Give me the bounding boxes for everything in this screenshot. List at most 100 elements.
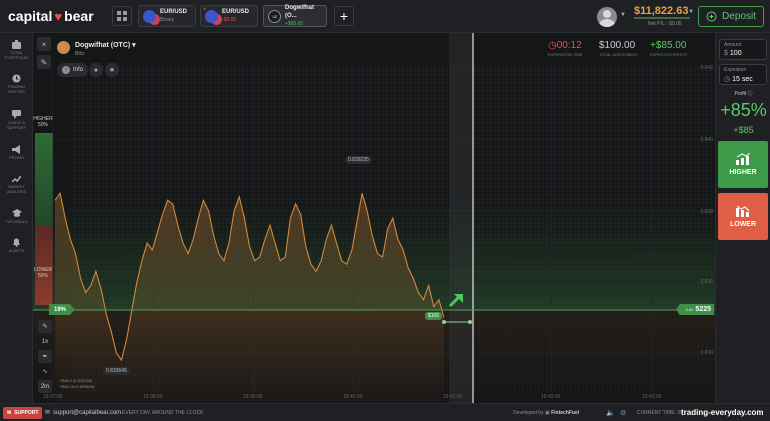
eurusd-flag-icon: [205, 9, 218, 23]
total-investment-stat: $100.00 TOTAL INVESTMENT: [599, 40, 638, 57]
sidebar-item-label: TRADING HISTORY: [7, 84, 26, 94]
wave-icon: ∿: [42, 369, 48, 375]
sidebar-item-analysis[interactable]: MARKET ANALYSIS: [0, 173, 33, 194]
chevron-down-icon[interactable]: ▼: [688, 9, 694, 15]
avatar[interactable]: [597, 7, 617, 27]
sidebar-item-chats[interactable]: CHATS & SUPPORT: [0, 109, 33, 130]
tutorials-icon: [11, 208, 22, 218]
top-bar: capital ♥ bear EUR/USD Binary × EUR/USD -$…: [0, 0, 770, 33]
price-chart[interactable]: × ✎ Dogwifhat (OTC) ▾ Blitz i Info ● ★ ◷…: [33, 33, 715, 403]
current-price-tag: 0.83 5225: [676, 304, 714, 315]
price-tick: 0.836: [700, 279, 713, 285]
period-button[interactable]: 2m: [38, 380, 52, 393]
trade-close-point: [468, 320, 472, 324]
trade-amount-tag[interactable]: $100: [425, 312, 443, 320]
asset-name[interactable]: Dogwifhat (OTC) ▾: [75, 41, 136, 49]
zoom-button[interactable]: 1x: [38, 335, 52, 348]
lower-button[interactable]: LOWER: [718, 193, 768, 240]
sidebar-item-portfolio[interactable]: TOTAL PORTFOLIO: [0, 39, 33, 60]
timer-ring-icon: :12: [268, 9, 281, 23]
sidebar-item-promo[interactable]: PROMO: [0, 144, 33, 160]
pencil-icon: ✎: [40, 57, 48, 67]
dogwifhat-icon: [57, 41, 70, 54]
logo-text-capital: capital: [8, 8, 53, 24]
higher-button[interactable]: HIGHER: [718, 141, 768, 188]
sidebar-item-label: TUTORIALS: [5, 219, 28, 224]
sidebar-item-alerts[interactable]: ALERTS: [0, 237, 33, 253]
portfolio-icon: [12, 39, 22, 49]
sidebar-item-tutorials[interactable]: TUTORIALS: [0, 208, 33, 224]
gear-icon[interactable]: ⚙: [620, 409, 626, 417]
pen-tool-button[interactable]: ✒: [38, 350, 52, 363]
price-tick: 0.840: [700, 137, 713, 143]
profit-amount: +$85: [733, 125, 754, 135]
logo-text-bear: bear: [64, 8, 94, 24]
support-label: SUPPORT: [14, 410, 39, 416]
price-tick: 0.838: [700, 209, 713, 215]
draw-tool-button[interactable]: ✎: [37, 55, 51, 69]
expiration-field[interactable]: Expiration ◷ 15 sec: [719, 64, 767, 85]
expiration-time-stat: ◷00:12 EXPIRATION TIME: [548, 40, 583, 57]
account-balance[interactable]: $11,822.63: [634, 5, 688, 17]
close-chart-button[interactable]: ×: [37, 37, 51, 51]
time-tick: 19:43:00: [642, 394, 662, 400]
lower-sentiment-bar: [35, 225, 53, 305]
tab-name: EUR/USD: [222, 9, 250, 15]
favorite-button[interactable]: ★: [105, 63, 119, 77]
alerts-icon: [12, 237, 22, 247]
info-icon: i: [62, 66, 70, 74]
sidebar-item-history[interactable]: TRADING HISTORY: [0, 73, 33, 94]
chevron-down-icon[interactable]: ▼: [620, 12, 626, 18]
expiration-label: Expiration: [724, 67, 747, 73]
logo-heart-icon: ♥: [54, 8, 63, 24]
price-tick: 0.834: [700, 350, 713, 356]
profit-label: Profit ⓘ: [734, 91, 753, 97]
time-tick: 19:42:00: [541, 394, 561, 400]
higher-button-label: HIGHER: [729, 169, 757, 176]
alert-bell-button[interactable]: ●: [89, 63, 103, 77]
chart-type-button[interactable]: ∿: [38, 365, 52, 378]
apps-grid-button[interactable]: [112, 6, 132, 26]
profit-percent: +85%: [720, 100, 767, 120]
higher-sentiment: HIGHER 50%: [33, 116, 53, 128]
expiration-column: [449, 33, 473, 403]
support-button[interactable]: ✉ SUPPORT: [3, 407, 43, 419]
total-investment-value: $100.00: [599, 40, 636, 51]
add-tab-button[interactable]: +: [334, 6, 354, 26]
time-tick: 19:39:00: [243, 394, 263, 400]
draw-tool-button[interactable]: ✎: [38, 320, 52, 333]
tab-sub: Binary: [160, 17, 175, 23]
tab-dogwifhat[interactable]: :12 Dogwifhat (O... +$85.00: [263, 5, 327, 27]
analysis-icon: [12, 173, 22, 183]
wallet-icon: [706, 11, 717, 22]
info-button[interactable]: i Info: [57, 63, 89, 77]
fintech-logo-icon: ▣: [544, 410, 550, 416]
chart-canvas[interactable]: [33, 33, 715, 403]
trade-open-point: [442, 320, 446, 324]
support-email[interactable]: ✉ support@capitalbear.com: [45, 409, 122, 417]
expected-profit-value: +$85.00: [650, 40, 687, 51]
info-label: Info: [73, 67, 84, 73]
tab-eurusd-binary[interactable]: EUR/USD Binary: [138, 5, 196, 27]
sound-icon[interactable]: 🔈: [606, 409, 615, 417]
deposit-button[interactable]: Deposit: [698, 6, 764, 27]
lower-button-label: LOWER: [729, 221, 757, 228]
amount-value[interactable]: 100: [730, 50, 742, 57]
time-tick: 19:41:00: [443, 394, 463, 400]
expiration-value[interactable]: 15 sec: [732, 76, 753, 83]
indicator-legend: SMA 5 (0.833255) SMA 15 (0.833625): [60, 378, 94, 390]
watermark: trading-everyday.com: [681, 408, 764, 417]
amount-field[interactable]: Amount $100: [719, 39, 767, 60]
max-price-marker: 0.839235: [345, 156, 372, 164]
expected-profit-stat: +$85.00 EXPECTED PROFIT: [650, 40, 687, 57]
asset-type: Blitz: [75, 51, 85, 57]
info-icon: ⓘ: [747, 91, 753, 97]
logo[interactable]: capital ♥ bear: [8, 8, 94, 24]
support-email-text: support@capitalbear.com: [53, 409, 122, 416]
total-investment-label: TOTAL INVESTMENT: [599, 52, 639, 57]
tab-eurusd-trade[interactable]: × EUR/USD -$0.05: [200, 5, 258, 27]
sidebar-item-label: TOTAL PORTFOLIO: [4, 50, 29, 60]
amount-label: Amount: [724, 42, 742, 48]
footer-slogan: EVERY DAY, AROUND THE CLOCK: [122, 410, 204, 416]
grid-icon: [117, 11, 127, 21]
